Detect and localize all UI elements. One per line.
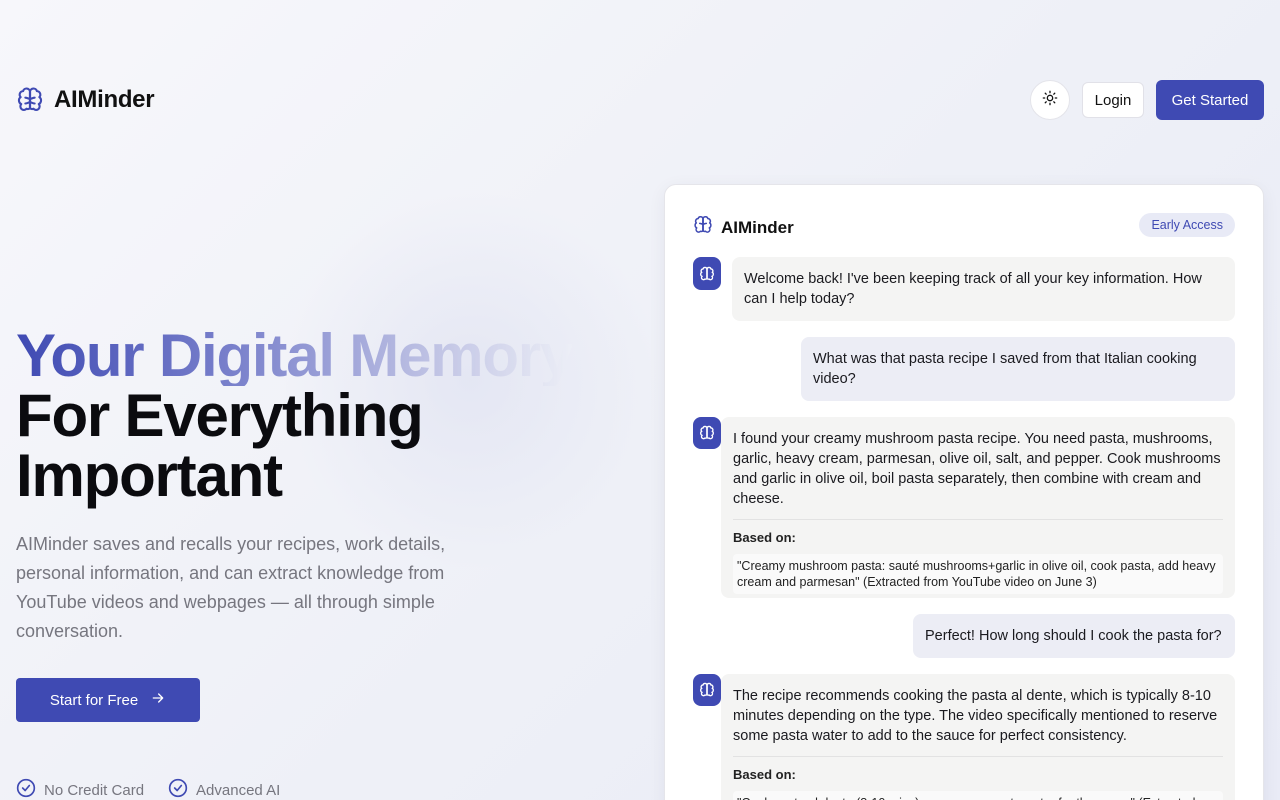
early-access-badge: Early Access bbox=[1139, 213, 1235, 237]
cta-label: Start for Free bbox=[49, 691, 139, 709]
bot-message: The recipe recommends cooking the pasta … bbox=[721, 674, 1235, 800]
message-text: What was that pasta recipe I saved from … bbox=[813, 351, 1197, 387]
chat-preview-card: AIMinder Early Access Welcome back! I've… bbox=[664, 184, 1264, 800]
bot-avatar bbox=[693, 257, 721, 290]
user-message: Perfect! How long should I cook the past… bbox=[913, 614, 1235, 658]
source-reference: Based on: "Cook pasta al dente (8-10 min… bbox=[733, 756, 1223, 800]
hero-description: AIMinder saves and recalls your recipes,… bbox=[16, 534, 446, 641]
brand-name: AIMinder bbox=[54, 86, 155, 113]
message-text: I found your creamy mushroom pasta recip… bbox=[733, 431, 1221, 507]
source-quote: "Cook pasta al dente (8-10 mins), save s… bbox=[733, 791, 1223, 800]
message-text: Perfect! How long should I cook the past… bbox=[925, 628, 1222, 644]
hero-title-gradient: Your Digital Memory bbox=[16, 322, 573, 389]
feature-item: Advanced AI bbox=[168, 778, 280, 800]
login-button[interactable]: Login bbox=[1082, 82, 1144, 118]
arrow-right-icon bbox=[150, 690, 166, 710]
bot-avatar bbox=[693, 674, 721, 706]
feature-list: No Credit Card Advanced AI bbox=[16, 778, 280, 800]
source-quote: "Creamy mushroom pasta: sauté mushrooms+… bbox=[733, 554, 1223, 594]
feature-item: No Credit Card bbox=[16, 778, 144, 800]
brain-icon bbox=[16, 86, 44, 114]
check-circle-icon bbox=[168, 778, 188, 800]
user-message: What was that pasta recipe I saved from … bbox=[801, 337, 1235, 401]
bot-message: I found your creamy mushroom pasta recip… bbox=[721, 417, 1235, 598]
sun-icon bbox=[1042, 90, 1058, 111]
check-circle-icon bbox=[16, 778, 36, 800]
start-for-free-button[interactable]: Start for Free bbox=[16, 678, 200, 722]
chat-title: AIMinder bbox=[721, 217, 794, 237]
hero-title-line-3: Important bbox=[16, 442, 283, 509]
theme-toggle-button[interactable] bbox=[1030, 80, 1070, 120]
source-label: Based on: bbox=[733, 767, 796, 782]
brain-icon bbox=[693, 215, 713, 240]
get-started-button[interactable]: Get Started bbox=[1156, 80, 1264, 120]
bot-message: Welcome back! I've been keeping track of… bbox=[732, 257, 1235, 321]
chat-header: AIMinder bbox=[693, 215, 794, 240]
hero-heading: Your Digital Memory For Everything Impor… bbox=[16, 326, 636, 506]
message-text: Welcome back! I've been keeping track of… bbox=[744, 271, 1202, 307]
hero-title-line-2: For Everything bbox=[16, 382, 424, 449]
message-text: The recipe recommends cooking the pasta … bbox=[733, 688, 1218, 744]
source-label: Based on: bbox=[733, 530, 796, 545]
bot-avatar bbox=[693, 417, 721, 449]
brand-logo[interactable]: AIMinder bbox=[16, 86, 155, 114]
source-reference: Based on: "Creamy mushroom pasta: sauté … bbox=[733, 519, 1223, 594]
feature-label: Advanced AI bbox=[196, 781, 281, 799]
feature-label: No Credit Card bbox=[44, 781, 145, 799]
